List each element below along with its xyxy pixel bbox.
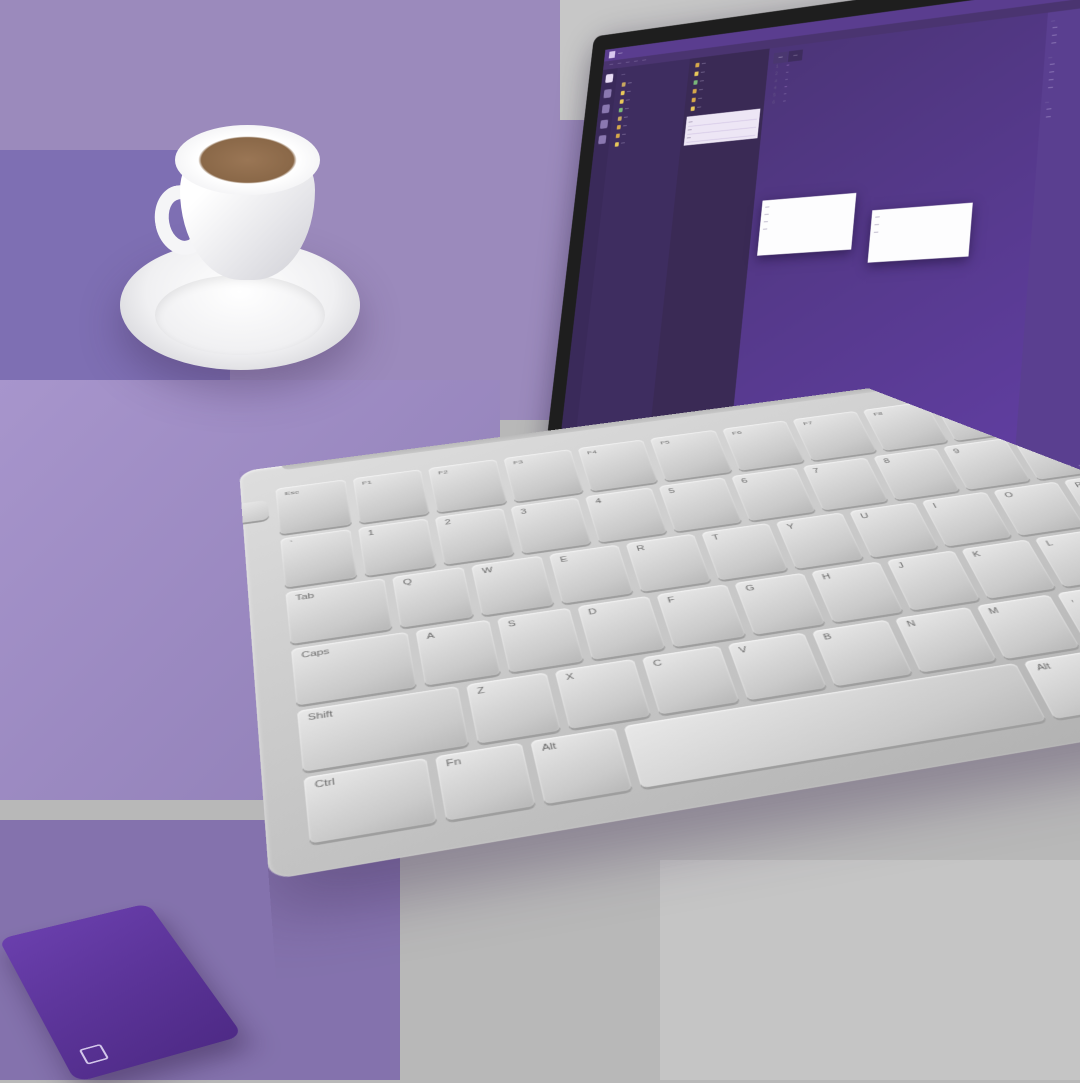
menu-item[interactable]: —: [617, 61, 621, 67]
keyboard-key: 2: [435, 508, 515, 565]
list-item[interactable]: —: [689, 79, 763, 95]
keyboard-key: U: [849, 502, 939, 558]
keyboard-key: F6: [722, 420, 805, 470]
keyboard-key: Q: [393, 566, 475, 628]
keyboard-key: 1: [358, 518, 436, 576]
file-item[interactable]: —: [613, 125, 680, 139]
code-line[interactable]: 6—: [769, 69, 1038, 107]
list-item[interactable]: —: [688, 88, 762, 104]
search-icon[interactable]: [603, 89, 611, 98]
doc-icon: [693, 80, 697, 85]
doc-icon: [692, 97, 696, 102]
keyboard-key: 6: [731, 467, 816, 521]
editor-area: — — 1— 2— 3— 4— 5— 6— — — — —: [728, 13, 1048, 461]
git-icon[interactable]: [602, 104, 610, 113]
window-title: —: [618, 51, 623, 57]
debug-icon[interactable]: [600, 120, 608, 129]
menu-item[interactable]: —: [642, 58, 646, 64]
keyboard-key: W: [472, 555, 555, 616]
file-item[interactable]: —: [616, 99, 683, 114]
keyboard-key: Z: [466, 673, 561, 744]
panel-section: — — —: [1043, 90, 1080, 123]
keyboard-key: F5: [650, 430, 732, 481]
keyboard-key: F2: [428, 459, 507, 512]
panel-row[interactable]: —: [688, 112, 758, 127]
menu-item[interactable]: —: [609, 62, 613, 68]
file-item[interactable]: —: [617, 82, 684, 97]
file-item[interactable]: —: [617, 90, 684, 105]
doc-icon: [695, 62, 699, 67]
keyboard-key: F4: [577, 439, 658, 491]
keyboard-key: B: [812, 620, 913, 687]
keyboard-key: F: [656, 585, 746, 648]
popup-panel: — — — —: [757, 193, 856, 256]
explorer-title: —: [619, 63, 686, 80]
popup-item[interactable]: —: [763, 220, 851, 234]
doc-icon: [692, 88, 696, 93]
file-item[interactable]: —: [612, 134, 679, 148]
explorer-panel: — — — — — — — — —: [573, 59, 690, 462]
menu-item[interactable]: —: [634, 59, 638, 65]
light-panel: — — —: [684, 109, 761, 146]
keyboard-key: R: [626, 533, 712, 592]
keyboard-key: F1: [352, 469, 429, 523]
list-item[interactable]: —: [691, 61, 765, 77]
activity-bar: [558, 68, 618, 461]
extensions-icon[interactable]: [598, 135, 606, 144]
keyboard-key: Esc: [275, 479, 351, 534]
keyboard-key: T: [701, 523, 788, 581]
file-item[interactable]: —: [614, 117, 681, 131]
file-icon: [619, 107, 623, 112]
keyboard-key: D: [577, 596, 665, 660]
folder-icon: [618, 116, 622, 121]
keyboard-key: 3: [510, 497, 591, 553]
keyboard-key: 5: [658, 477, 742, 531]
panel-row[interactable]: —: [686, 128, 756, 143]
keyboard-key: A: [416, 620, 501, 686]
doc-icon: [694, 71, 698, 76]
editor-tab[interactable]: —: [773, 51, 788, 63]
keyboard-key: E: [549, 544, 634, 604]
keyboard-key: F3: [503, 449, 583, 502]
keyboard-key: H: [811, 562, 903, 623]
file-item[interactable]: —: [618, 73, 685, 88]
menu-item[interactable]: —: [625, 60, 629, 66]
files-icon[interactable]: [605, 74, 613, 83]
keyboard-key: Tab: [285, 578, 393, 645]
list-item[interactable]: —: [690, 70, 764, 86]
keyboard-key: 4: [585, 487, 667, 542]
file-icon: [617, 124, 621, 129]
keyboard-key: 7: [802, 457, 888, 510]
keyboard-key: C: [642, 646, 740, 715]
file-icon: [615, 142, 619, 147]
popup-item[interactable]: —: [765, 197, 853, 211]
doc-icon: [691, 106, 695, 111]
file-icon: [620, 99, 624, 104]
popup-panel: — — —: [868, 203, 973, 263]
status-item[interactable]: —: [1065, 463, 1071, 469]
popup-item[interactable]: —: [763, 212, 851, 226]
keyboard-key: `: [280, 529, 357, 587]
panel-row[interactable]: —: [687, 120, 757, 135]
panel-section: — — — —: [1049, 8, 1080, 50]
keyboard-key: V: [727, 633, 826, 701]
keyboard-key: G: [734, 573, 825, 635]
file-item[interactable]: —: [615, 108, 682, 122]
folder-icon: [622, 82, 626, 87]
file-icon: [616, 133, 620, 138]
app-icon: [609, 51, 616, 59]
keyboard-key: F7: [793, 411, 877, 461]
popup-item[interactable]: —: [764, 204, 852, 218]
file-icon: [621, 90, 625, 95]
editor-tab[interactable]: —: [788, 50, 803, 63]
list-item[interactable]: —: [687, 97, 761, 112]
laptop: — — — — — — — —: [320, 0, 1080, 1070]
keyboard-key: X: [554, 659, 650, 729]
secondary-panel: — — — — — — — — —: [647, 49, 770, 462]
status-item[interactable]: —: [1052, 463, 1058, 469]
keyboard-key: Y: [776, 512, 865, 569]
panel-section: — — — — —: [1046, 45, 1080, 94]
keyboard-key: S: [497, 608, 584, 673]
list-item[interactable]: —: [692, 52, 766, 68]
